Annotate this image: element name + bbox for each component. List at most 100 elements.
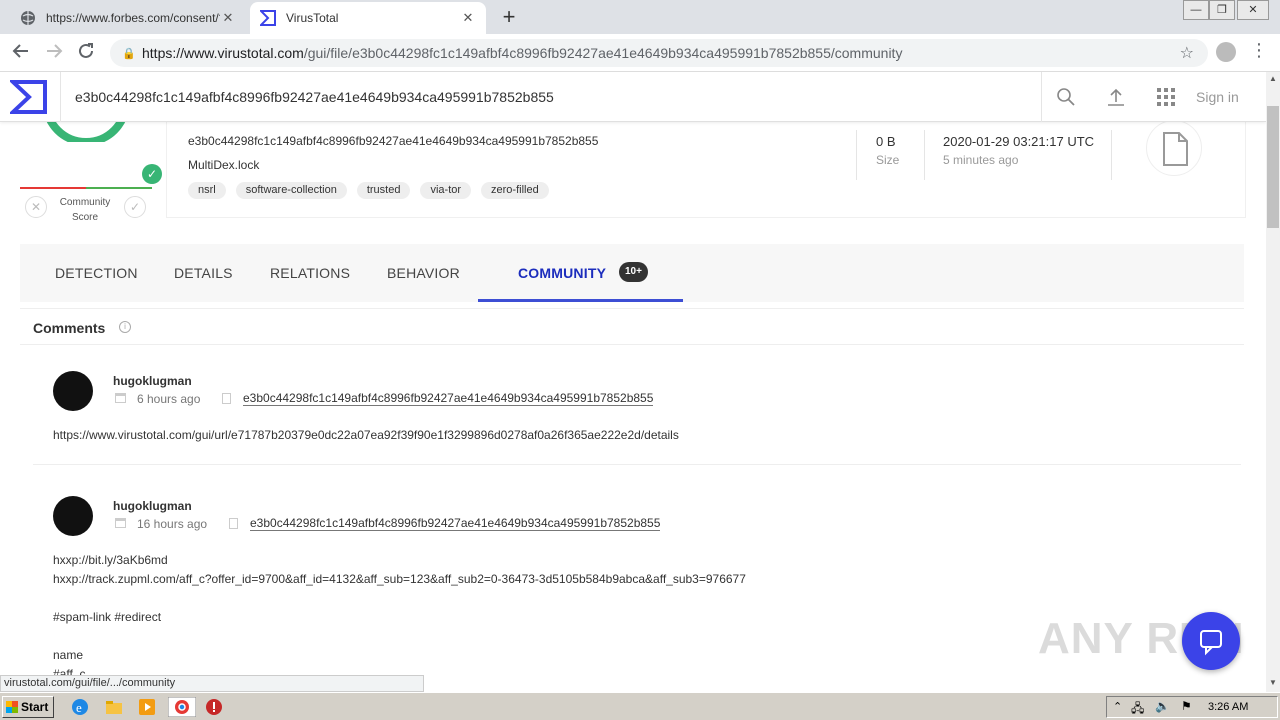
- tab-details[interactable]: DETAILS: [174, 244, 233, 302]
- back-arrow-icon: [12, 44, 28, 58]
- comment-target-link[interactable]: e3b0c44298fc1c149afbf4c8996fb92427ae41e4…: [243, 392, 654, 406]
- file-hash: e3b0c44298fc1c149afbf4c8996fb92427ae41e4…: [188, 134, 599, 148]
- divider: [924, 130, 925, 180]
- bookmark-star-icon[interactable]: ☆: [1180, 43, 1194, 63]
- media-player-icon[interactable]: [137, 697, 157, 717]
- lock-icon: 🔒: [122, 47, 136, 60]
- volume-icon[interactable]: 🔈: [1155, 699, 1170, 713]
- apps-grid-icon[interactable]: [1156, 87, 1176, 107]
- stop-icon[interactable]: [204, 697, 224, 717]
- comment-author[interactable]: hugoklugman: [113, 374, 192, 388]
- tab-detection[interactable]: DETECTION: [55, 244, 138, 302]
- file-size-value: 0 B: [876, 134, 896, 149]
- divider: [856, 130, 857, 180]
- search-icon[interactable]: [1056, 87, 1076, 107]
- calendar-icon: [115, 393, 126, 403]
- link-status-bar: virustotal.com/gui/file/.../community: [0, 675, 424, 692]
- url-host: https://www.virustotal.com: [142, 45, 304, 61]
- scroll-up-arrow-icon[interactable]: ▲: [1266, 72, 1280, 86]
- analysis-date-ago: 5 minutes ago: [943, 153, 1019, 167]
- flag-icon[interactable]: ⚑: [1181, 699, 1192, 713]
- svg-text:e: e: [76, 700, 82, 715]
- avatar[interactable]: [53, 371, 93, 411]
- comment-author[interactable]: hugoklugman: [113, 499, 192, 513]
- browser-menu-icon[interactable]: ⋮: [1250, 40, 1268, 61]
- browser-tab-virustotal[interactable]: VirusTotal ✕: [250, 2, 486, 34]
- score-bar: [20, 187, 152, 189]
- active-tab-indicator: [478, 299, 683, 302]
- file-icon: [222, 393, 231, 404]
- tray-expand-icon[interactable]: ⌃: [1113, 700, 1122, 713]
- chrome-icon[interactable]: [168, 697, 196, 717]
- url-path: /gui/file/e3b0c44298fc1c149afbf4c8996fb9…: [303, 45, 903, 61]
- tab-title: https://www.forbes.com/consent/?t: [46, 11, 220, 25]
- virustotal-favicon-icon: [258, 10, 276, 26]
- tag-chip[interactable]: software-collection: [235, 182, 347, 199]
- comment-body: https://www.virustotal.com/gui/url/e7178…: [53, 428, 679, 442]
- tab-close-icon[interactable]: ✕: [220, 10, 236, 26]
- tag-chip[interactable]: nsrl: [188, 182, 226, 199]
- scroll-down-arrow-icon[interactable]: ▼: [1266, 676, 1280, 690]
- tab-relations[interactable]: RELATIONS: [270, 244, 350, 302]
- virustotal-logo-icon[interactable]: [10, 79, 48, 115]
- chat-icon: [1200, 630, 1222, 656]
- new-tab-button[interactable]: +: [498, 6, 520, 28]
- comment-time: 6 hours ago: [137, 392, 201, 406]
- tab-title: VirusTotal: [286, 11, 339, 25]
- community-score-label: Community Score: [59, 197, 111, 223]
- back-button[interactable]: [10, 42, 32, 64]
- browser-tabstrip: https://www.forbes.com/consent/?t ✕ Viru…: [0, 0, 1280, 34]
- calendar-icon: [115, 518, 126, 528]
- info-icon[interactable]: i: [119, 321, 131, 333]
- forward-button[interactable]: [43, 42, 65, 64]
- scrollbar-thumb[interactable]: [1267, 106, 1279, 228]
- upload-icon[interactable]: [1106, 87, 1126, 107]
- vt-search-input[interactable]: e3b0c44298fc1c149afbf4c8996fb92427ae41e4…: [60, 72, 1042, 122]
- forward-arrow-icon: [47, 44, 63, 58]
- vote-malicious-icon[interactable]: ✕: [25, 196, 47, 218]
- chat-fab-button[interactable]: [1182, 612, 1240, 670]
- tag-chip[interactable]: zero-filled: [481, 182, 549, 199]
- analysis-date: 2020-01-29 03:21:17 UTC: [943, 134, 1095, 149]
- tab-behavior[interactable]: BEHAVIOR: [387, 244, 460, 302]
- sign-in-link[interactable]: Sign in: [1196, 89, 1239, 105]
- file-icon: [229, 518, 238, 529]
- start-label: Start: [21, 700, 49, 714]
- file-size-label: Size: [876, 153, 900, 167]
- tag-chip[interactable]: via-tor: [420, 182, 472, 199]
- file-tags: nsrl software-collection trusted via-tor…: [188, 182, 549, 199]
- window-close-button[interactable]: ✕: [1237, 0, 1269, 20]
- tag-chip[interactable]: trusted: [356, 182, 411, 199]
- windows-taskbar: Start e ⌃ 🖧 🔈 ⚑ 3:26 AM: [0, 692, 1280, 720]
- comment-time: 16 hours ago: [137, 517, 208, 531]
- address-bar[interactable]: 🔒 https://www.virustotal.com/gui/file/e3…: [110, 39, 1208, 67]
- divider: [20, 344, 1244, 345]
- browser-toolbar: 🔒 https://www.virustotal.com/gui/file/e3…: [0, 34, 1280, 72]
- avatar[interactable]: [53, 496, 93, 536]
- ie-icon[interactable]: e: [70, 697, 90, 717]
- system-tray: ⌃ 🖧 🔈 ⚑: [1106, 696, 1278, 718]
- profile-avatar-icon[interactable]: [1216, 42, 1236, 62]
- globe-icon: [20, 10, 36, 26]
- browser-tab-forbes[interactable]: https://www.forbes.com/consent/?t ✕: [10, 2, 246, 34]
- divider: [20, 308, 1244, 309]
- vote-harmless-icon[interactable]: ✓: [124, 196, 146, 218]
- comment-target-link[interactable]: e3b0c44298fc1c149afbf4c8996fb92427ae41e4…: [250, 517, 661, 531]
- windows-logo-icon: [6, 701, 18, 713]
- comments-heading: Comments: [33, 320, 106, 336]
- reload-button[interactable]: [75, 42, 97, 64]
- file-name: MultiDex.lock: [188, 158, 260, 172]
- tab-community[interactable]: COMMUNITY: [518, 244, 606, 302]
- divider: [1111, 130, 1112, 180]
- start-button[interactable]: Start: [2, 696, 54, 718]
- restore-button[interactable]: ❐: [1209, 0, 1235, 20]
- network-icon[interactable]: 🖧: [1131, 699, 1144, 720]
- reload-icon: [79, 43, 93, 58]
- taskbar-clock: 3:26 AM: [1208, 701, 1249, 713]
- virustotal-page: e3b0c44298fc1c149afbf4c8996fb92427ae41e4…: [0, 72, 1266, 692]
- minimize-button[interactable]: —: [1183, 0, 1209, 20]
- comment-body: hxxp://bit.ly/3aKb6md hxxp://track.zupml…: [53, 553, 746, 681]
- tab-close-icon[interactable]: ✕: [460, 10, 476, 26]
- folder-icon[interactable]: [104, 697, 124, 717]
- check-icon: ✓: [142, 164, 162, 184]
